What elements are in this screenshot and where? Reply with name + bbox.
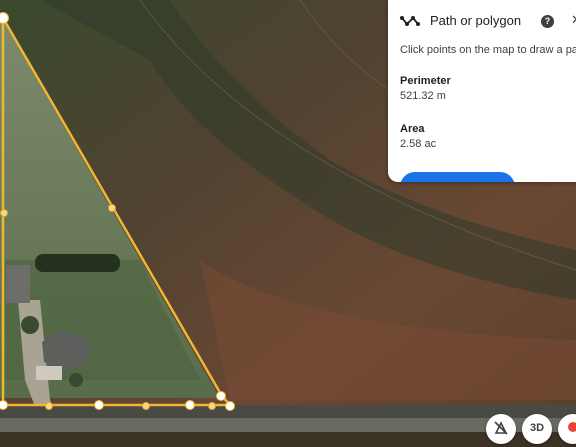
polygon-vertex[interactable] bbox=[94, 400, 104, 410]
polygon-midpoint[interactable] bbox=[45, 402, 53, 410]
polygon-midpoint[interactable] bbox=[108, 204, 116, 212]
location-icon bbox=[568, 422, 576, 432]
compass-button[interactable] bbox=[486, 414, 516, 444]
path-polygon-icon bbox=[400, 16, 420, 26]
area-label: Area bbox=[400, 123, 425, 135]
panel-header: Path or polygon ? ✕ bbox=[400, 10, 576, 34]
polygon-vertex[interactable] bbox=[225, 401, 235, 411]
view-3d-button[interactable]: 3D bbox=[522, 414, 552, 444]
outbuilding bbox=[6, 265, 30, 303]
perimeter-label: Perimeter bbox=[400, 75, 451, 87]
perimeter-value: 521.32 m bbox=[400, 90, 446, 102]
panel-instructions: Click points on the map to draw a path bbox=[400, 44, 576, 56]
polygon-midpoint[interactable] bbox=[142, 402, 150, 410]
patio bbox=[36, 366, 62, 380]
panel-action-button[interactable] bbox=[400, 172, 515, 182]
polygon-midpoint[interactable] bbox=[0, 209, 8, 217]
polygon-midpoint[interactable] bbox=[208, 402, 216, 410]
tree-row bbox=[35, 254, 120, 272]
panel-title: Path or polygon bbox=[430, 13, 522, 28]
help-icon[interactable]: ? bbox=[541, 15, 554, 28]
measure-panel: Path or polygon ? ✕ Click points on the … bbox=[388, 0, 576, 182]
close-icon[interactable]: ✕ bbox=[571, 12, 576, 28]
tree bbox=[21, 316, 39, 334]
compass-icon bbox=[494, 421, 508, 435]
tree bbox=[69, 373, 83, 387]
area-value: 2.58 ac bbox=[400, 138, 437, 150]
polygon-vertex[interactable] bbox=[185, 400, 195, 410]
polygon-vertex[interactable] bbox=[216, 391, 226, 401]
location-button[interactable] bbox=[558, 414, 576, 444]
